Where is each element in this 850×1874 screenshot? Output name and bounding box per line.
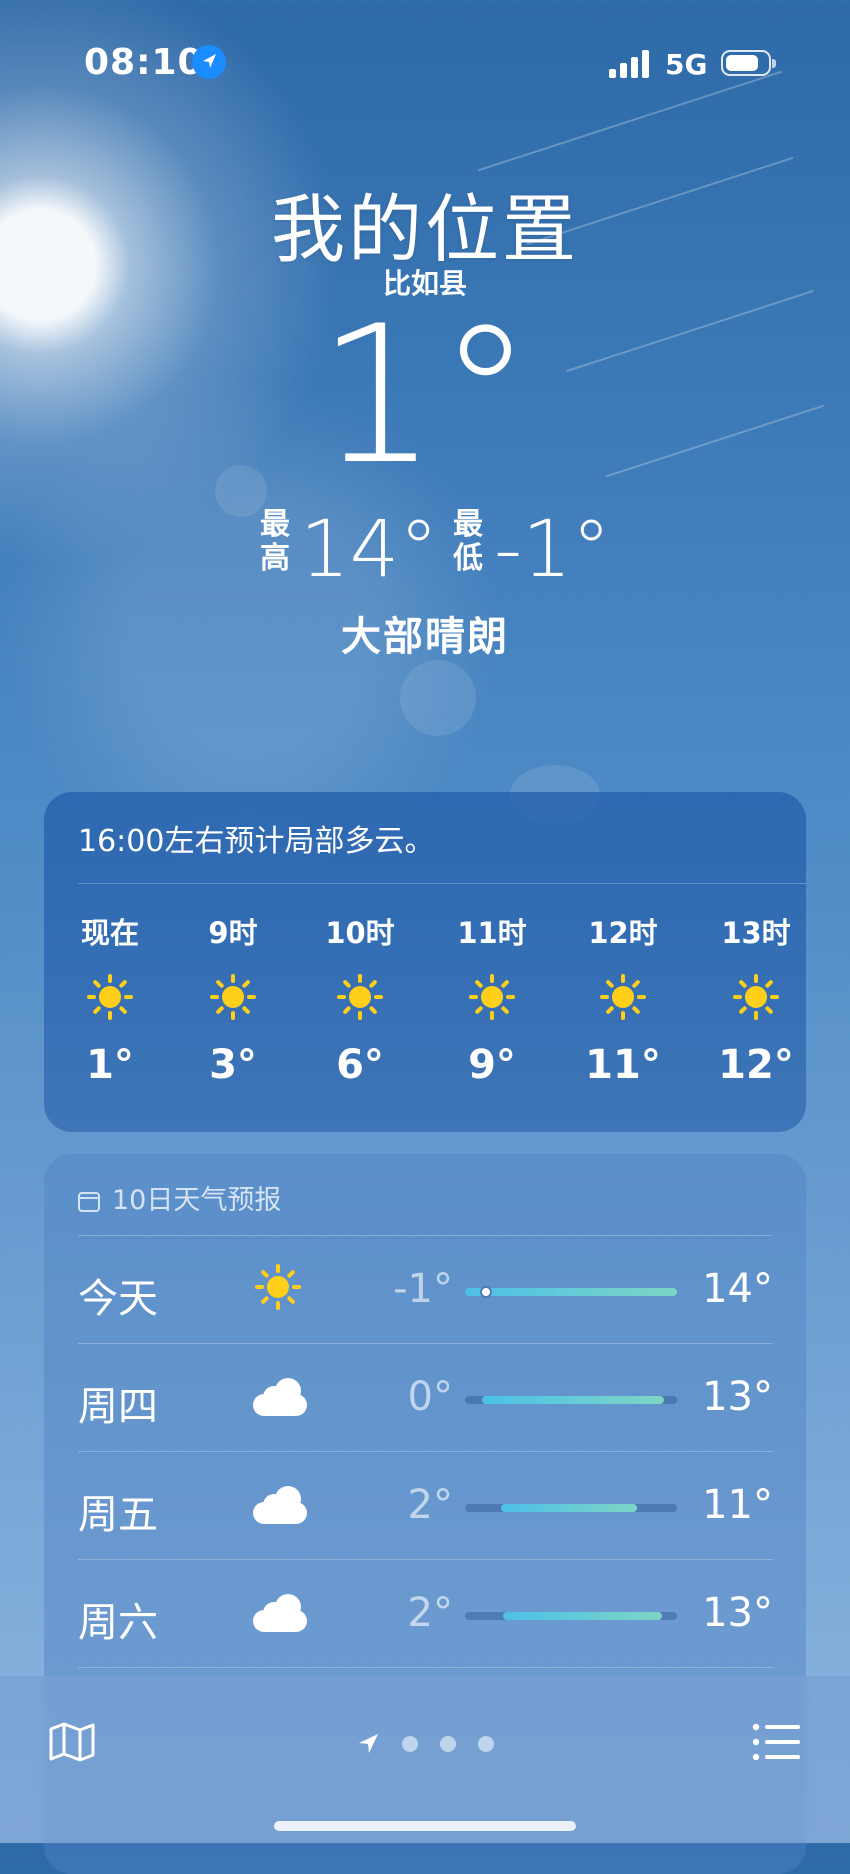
low-temperature: -1°: [494, 505, 611, 595]
hourly-item: 9时 3°: [183, 910, 283, 1088]
hourly-item: 13时 12°: [706, 910, 806, 1088]
cellular-signal-icon: [609, 50, 653, 78]
hour-label: 10时: [325, 916, 395, 950]
status-time: 08:10: [84, 42, 204, 83]
temperature-range-bar: [465, 1396, 677, 1404]
forecast-day: 周六: [78, 1600, 158, 1646]
hour-temp: 3°: [209, 1042, 257, 1088]
status-bar: 08:10 5G: [0, 40, 850, 86]
page-indicator[interactable]: [356, 1729, 496, 1759]
cloud-icon: [253, 1586, 307, 1640]
forecast-low: -1°: [393, 1266, 453, 1312]
map-icon[interactable]: [48, 1721, 96, 1763]
sun-icon: [731, 972, 781, 1022]
location-arrow-icon: [356, 1731, 382, 1761]
hour-label: 11时: [457, 916, 527, 950]
hour-temp: 12°: [718, 1042, 794, 1088]
hour-temp: 6°: [336, 1042, 384, 1088]
sun-icon: [467, 972, 517, 1022]
sun-icon: [335, 972, 385, 1022]
forecast-row[interactable]: 今天 -1° 14°: [78, 1236, 773, 1344]
network-type: 5G: [665, 48, 708, 81]
sun-icon: [598, 972, 648, 1022]
hourly-item: 10时 6°: [310, 910, 410, 1088]
temperature-range-bar: [465, 1286, 677, 1298]
home-indicator[interactable]: [274, 1821, 576, 1831]
page-dot[interactable]: [440, 1736, 456, 1752]
lens-flare: [400, 660, 476, 736]
hourly-item: 11时 9°: [442, 910, 542, 1088]
battery-icon: [721, 50, 776, 76]
forecast-row[interactable]: 周六 2° 13°: [78, 1560, 773, 1668]
low-label: 最低: [453, 507, 483, 576]
divider: [78, 883, 806, 884]
forecast-day: 周五: [78, 1492, 158, 1538]
location-title: 我的位置: [271, 187, 579, 273]
location-arrow-icon: [192, 45, 226, 79]
forecast-high: 11°: [702, 1482, 773, 1528]
forecast-high: 13°: [702, 1590, 773, 1636]
forecast-row[interactable]: 周五 2° 11°: [78, 1452, 773, 1560]
page-dot[interactable]: [402, 1736, 418, 1752]
temperature-range-bar: [465, 1612, 677, 1620]
high-temperature: 14°: [300, 505, 439, 595]
hour-temp: 1°: [86, 1042, 134, 1088]
forecast-high: 13°: [702, 1374, 773, 1420]
sun-icon: [253, 1262, 307, 1316]
page-dot[interactable]: [478, 1736, 494, 1752]
hourly-item: 12时 11°: [573, 910, 673, 1088]
cloud-icon: [253, 1370, 307, 1424]
forecast-day: 周四: [78, 1384, 158, 1430]
high-label: 最高: [260, 507, 290, 576]
forecast-title: 10日天气预报: [112, 1185, 282, 1216]
hour-label: 9时: [208, 916, 258, 950]
bottom-toolbar: [0, 1676, 850, 1843]
forecast-day: 今天: [78, 1276, 158, 1322]
forecast-high: 14°: [702, 1266, 773, 1312]
hourly-item: 现在 1°: [60, 910, 160, 1088]
high-low-temperatures: 最高 14° 最低 -1°: [0, 505, 850, 595]
hour-label: 13时: [721, 916, 791, 950]
divider: [78, 1667, 773, 1668]
forecast-low: 2°: [407, 1590, 453, 1636]
forecast-low: 2°: [407, 1482, 453, 1528]
hourly-summary: 16:00左右预计局部多云。: [78, 824, 435, 859]
forecast-low: 0°: [407, 1374, 453, 1420]
sun-icon: [85, 972, 135, 1022]
sun-icon: [208, 972, 258, 1022]
current-temperature: 1°: [317, 285, 533, 506]
weather-condition: 大部晴朗: [341, 614, 509, 660]
hour-temp: 9°: [468, 1042, 516, 1088]
temperature-range-bar: [465, 1504, 677, 1512]
hour-temp: 11°: [585, 1042, 661, 1088]
hour-label: 12时: [588, 916, 658, 950]
forecast-header: 10日天气预报: [78, 1178, 281, 1217]
cloud-icon: [253, 1478, 307, 1532]
current-temp-marker: [480, 1286, 493, 1298]
hourly-forecast-card[interactable]: 16:00左右预计局部多云。 现在 1° 9时 3° 10时 6° 11时 9°…: [44, 792, 806, 1132]
forecast-row[interactable]: 周四 0° 13°: [78, 1344, 773, 1452]
list-icon[interactable]: [752, 1722, 802, 1762]
calendar-icon: [78, 1192, 100, 1212]
hour-label: 现在: [80, 916, 139, 950]
